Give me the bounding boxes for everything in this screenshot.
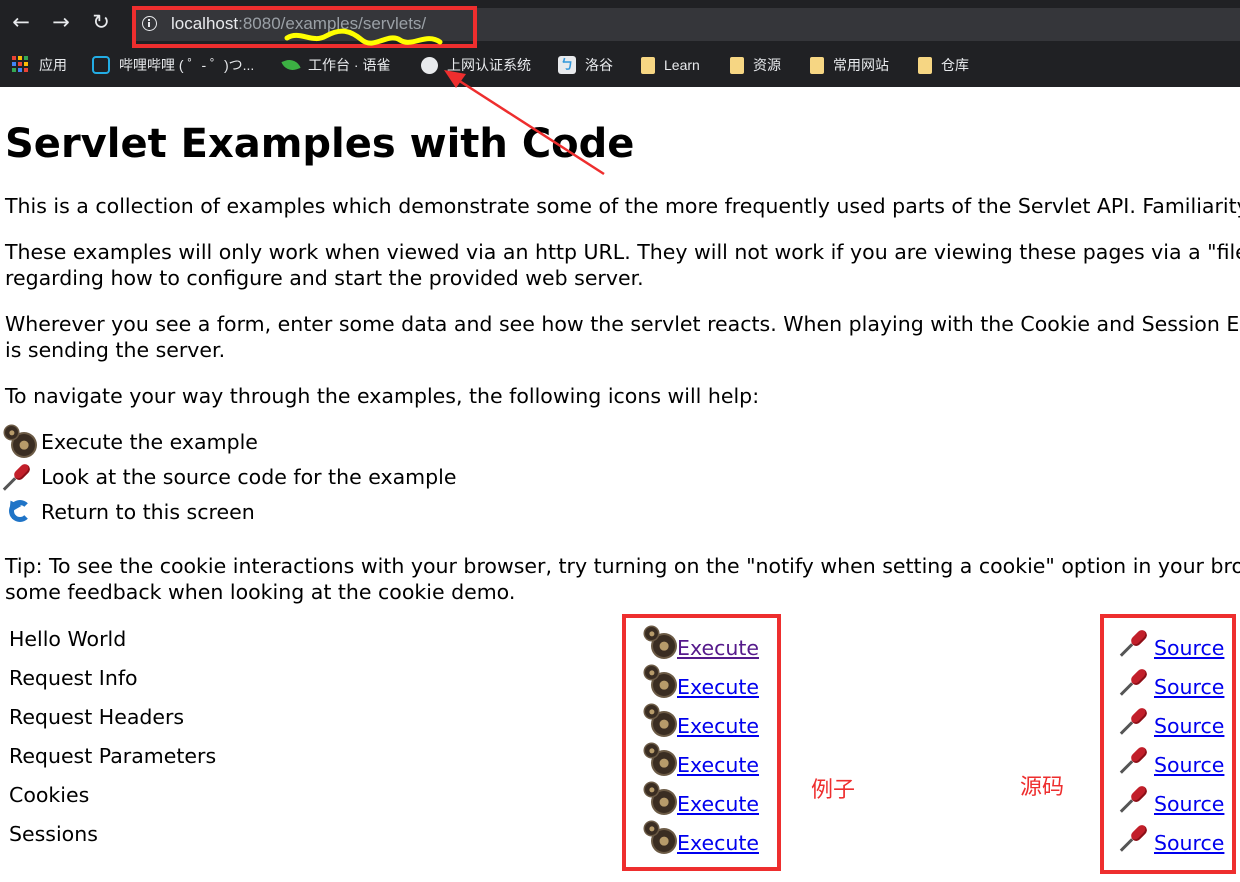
folder-icon (730, 56, 744, 74)
example-name-sessions: Sessions (9, 822, 98, 846)
http-url-paragraph-line2: regarding how to configure and start the… (5, 266, 644, 290)
legend-return: Return to this screen (4, 496, 255, 528)
bookmark-folder-repository[interactable]: 仓库 (918, 54, 969, 76)
bookmark-apps[interactable]: 应用 (12, 54, 67, 76)
legend-label: Execute the example (41, 430, 258, 454)
form-paragraph-line2: is sending the server. (5, 338, 226, 362)
folder-icon (918, 56, 932, 74)
execute-annotation-label: 例子 (811, 778, 856, 803)
source-annotation-label: 源码 (1020, 775, 1065, 800)
http-url-paragraph-line1: These examples will only work when viewe… (5, 240, 1240, 264)
source-screwdriver-icon (2, 461, 37, 493)
legend-label: Look at the source code for the example (41, 465, 457, 489)
bookmark-label: 应用 (39, 57, 67, 73)
navigate-paragraph: To navigate your way through the example… (5, 384, 760, 408)
bookmark-label: 哔哩哔哩 ( ゜- ゜)つ... (119, 57, 255, 73)
execute-gears-icon (5, 426, 37, 458)
bookmarks-bar: 应用 哔哩哔哩 ( ゜- ゜)つ... 工作台 · 语雀 上网认证系统 ㄅ 洛谷… (0, 48, 1240, 82)
legend-source: Look at the source code for the example (2, 461, 457, 493)
url-highlight-box (132, 6, 477, 48)
bookmark-folder-common-sites[interactable]: 常用网站 (810, 54, 889, 76)
example-name-request-headers: Request Headers (9, 705, 185, 729)
folder-icon (810, 56, 824, 74)
folder-icon (641, 56, 655, 74)
bookmark-auth-system[interactable]: 上网认证系统 (421, 54, 531, 76)
bookmark-label: 资源 (753, 57, 781, 73)
intro-paragraph: This is a collection of examples which d… (5, 194, 1240, 218)
page-title: Servlet Examples with Code (5, 121, 635, 167)
bookmark-folder-learn[interactable]: Learn (641, 54, 700, 76)
legend-label: Return to this screen (41, 500, 255, 524)
back-arrow-icon[interactable]: ← (9, 10, 33, 34)
bilibili-icon (92, 56, 110, 74)
yuque-leaf-icon (281, 56, 301, 74)
tip-paragraph-line1: Tip: To see the cookie interactions with… (5, 554, 1240, 578)
reload-icon[interactable]: ↻ (89, 10, 113, 34)
bookmark-label: Learn (664, 57, 700, 73)
bookmark-label: 常用网站 (833, 57, 889, 73)
bookmark-luogu[interactable]: ㄅ 洛谷 (558, 54, 613, 76)
globe-icon (421, 56, 438, 74)
tip-paragraph-line2: some feedback when looking at the cookie… (5, 580, 516, 604)
example-name-hello-world: Hello World (9, 627, 127, 651)
example-name-cookies: Cookies (9, 783, 90, 807)
apps-grid-icon (12, 56, 30, 74)
bookmark-label: 仓库 (941, 57, 969, 73)
example-name-request-parameters: Request Parameters (9, 744, 217, 768)
bookmark-label: 上网认证系统 (447, 57, 531, 73)
bookmark-label: 工作台 · 语雀 (308, 57, 391, 73)
return-arrow-icon (4, 496, 37, 528)
bookmark-folder-resources[interactable]: 资源 (730, 54, 781, 76)
bookmark-yuque[interactable]: 工作台 · 语雀 (281, 54, 391, 76)
page-content: Servlet Examples with Code This is a col… (0, 87, 1240, 882)
source-column-highlight-box (1100, 614, 1236, 874)
bookmark-label: 洛谷 (585, 57, 613, 73)
execute-column-highlight-box (622, 614, 781, 871)
forward-arrow-icon[interactable]: → (49, 10, 73, 34)
example-name-request-info: Request Info (9, 666, 138, 690)
form-paragraph-line1: Wherever you see a form, enter some data… (5, 312, 1240, 336)
bookmark-bilibili[interactable]: 哔哩哔哩 ( ゜- ゜)つ... (92, 54, 254, 76)
legend-execute: Execute the example (5, 426, 258, 458)
luogu-icon: ㄅ (558, 56, 576, 74)
